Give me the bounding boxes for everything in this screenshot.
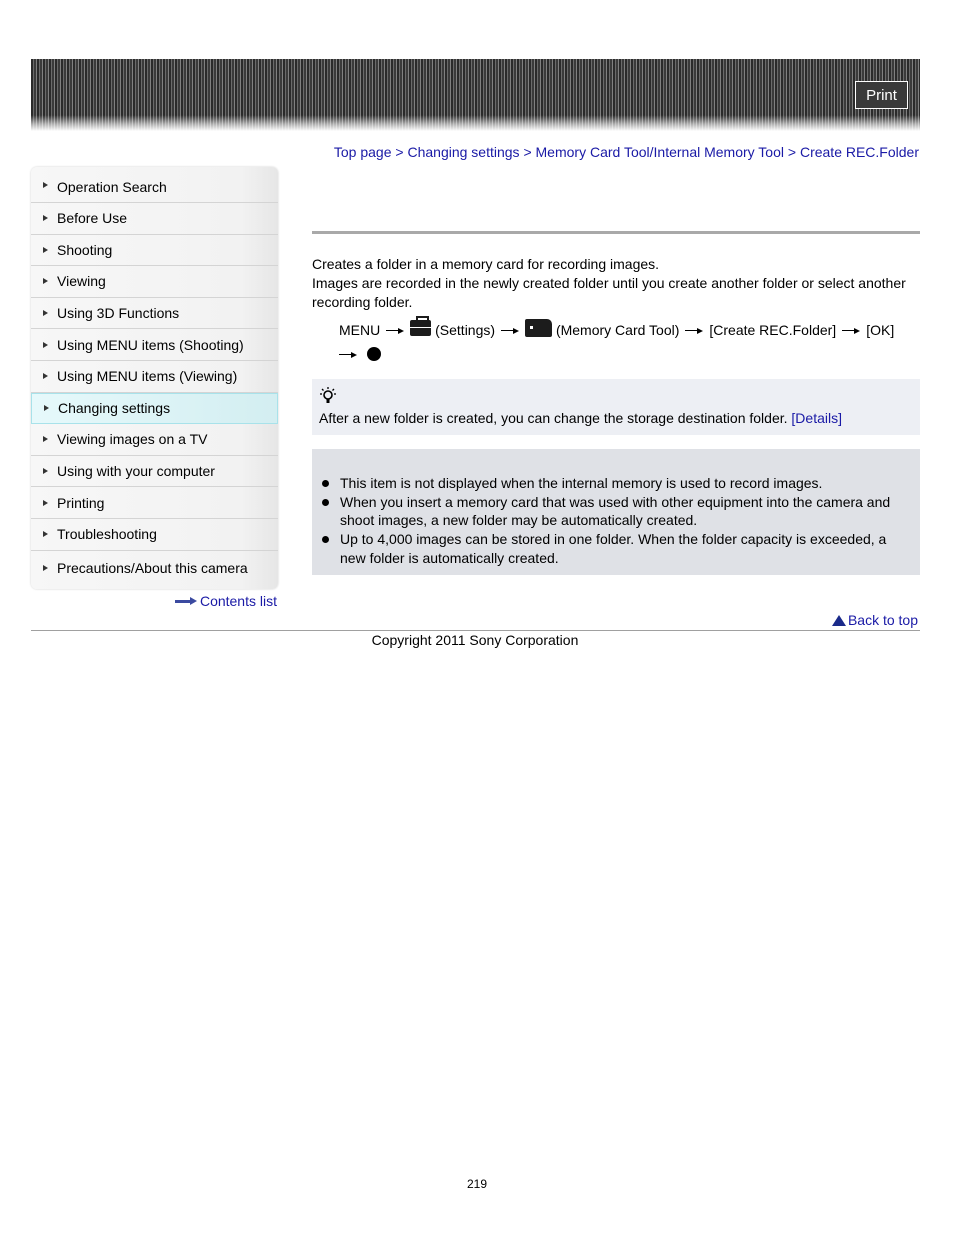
memory-card-icon xyxy=(525,319,553,337)
triangle-right-icon xyxy=(43,341,48,348)
arrow-icon xyxy=(501,326,520,336)
sidebar-item-label: Using 3D Functions xyxy=(57,305,180,322)
sidebar-item-computer[interactable]: Using with your computer xyxy=(31,456,278,488)
sidebar-item-before-use[interactable]: Before Use xyxy=(31,203,278,235)
triangle-right-icon xyxy=(43,246,48,253)
copyright-text: Copyright 2011 Sony Corporation xyxy=(371,632,579,648)
note-item: This item is not displayed when the inte… xyxy=(322,474,900,493)
triangle-right-icon xyxy=(43,278,48,285)
breadcrumb-changing-settings[interactable]: Changing settings xyxy=(407,144,519,160)
triangle-right-icon xyxy=(43,564,48,571)
sidebar-item-label: Using MENU items (Shooting) xyxy=(57,336,244,353)
triangle-right-icon xyxy=(43,215,48,222)
sidebar-item-label: Printing xyxy=(57,494,105,511)
arrow-icon xyxy=(685,326,704,336)
sidebar-item-3d-functions[interactable]: Using 3D Functions xyxy=(31,298,278,330)
triangle-right-icon xyxy=(44,405,49,412)
hint-text: After a new folder is created, you can c… xyxy=(319,410,788,426)
intro-text: Creates a folder in a memory card for re… xyxy=(312,255,920,312)
arrow-right-icon xyxy=(174,597,197,605)
sidebar-item-label: Operation Search xyxy=(57,178,167,195)
toolbox-settings-icon xyxy=(410,316,432,336)
sidebar-item-troubleshooting[interactable]: Troubleshooting xyxy=(31,519,278,551)
intro-line: Creates a folder in a memory card for re… xyxy=(312,256,660,272)
breadcrumb-separator: > xyxy=(395,144,404,160)
details-link[interactable]: [Details] xyxy=(791,410,842,426)
sidebar-item-label: Precautions/About this camera xyxy=(57,559,248,576)
sidebar-item-viewing[interactable]: Viewing xyxy=(31,266,278,298)
triangle-right-icon xyxy=(43,499,48,506)
triangle-right-icon xyxy=(43,468,48,475)
sidebar-nav: Operation Search Before Use Shooting Vie… xyxy=(31,167,278,589)
menu-procedure: MENU (Settings) (Memory Card Tool) [Creat… xyxy=(339,316,920,366)
sidebar-item-viewing-tv[interactable]: Viewing images on a TV xyxy=(31,424,278,456)
sidebar-item-label: Troubleshooting xyxy=(57,526,157,543)
memory-card-tool-label: (Memory Card Tool) xyxy=(555,322,680,338)
contents-list-link[interactable]: Contents list xyxy=(174,593,277,609)
breadcrumb-separator: > xyxy=(787,144,797,160)
sidebar-item-label: Using with your computer xyxy=(57,463,215,480)
back-to-top-link[interactable]: Back to top xyxy=(831,612,918,628)
hint-box: After a new folder is created, you can c… xyxy=(312,379,920,435)
sidebar-item-shooting[interactable]: Shooting xyxy=(31,235,278,267)
note-item: Up to 4,000 images can be stored in one … xyxy=(322,530,900,567)
triangle-right-icon xyxy=(43,436,48,443)
sidebar-item-printing[interactable]: Printing xyxy=(31,487,278,519)
notes-box: This item is not displayed when the inte… xyxy=(312,449,920,575)
header-banner: Print xyxy=(31,59,920,131)
sidebar-item-label: Shooting xyxy=(57,241,113,258)
ok-label: [OK] xyxy=(866,322,895,338)
title-divider xyxy=(312,231,920,234)
note-item: When you insert a memory card that was u… xyxy=(322,493,900,530)
breadcrumb-create-rec-folder[interactable]: Create REC.Folder xyxy=(800,144,919,160)
create-folder-label: [Create REC.Folder] xyxy=(709,322,837,338)
back-to-top-label: Back to top xyxy=(847,612,918,628)
menu-label: MENU xyxy=(339,322,381,338)
print-button[interactable]: Print xyxy=(855,81,908,109)
breadcrumb-separator: > xyxy=(523,144,532,160)
center-button-dot-icon xyxy=(367,347,381,361)
arrow-icon xyxy=(386,326,405,336)
breadcrumb: Top page > Changing settings > Memory Ca… xyxy=(312,144,919,160)
sidebar-item-label: Viewing images on a TV xyxy=(57,431,208,448)
contents-list-label: Contents list xyxy=(199,593,277,609)
footer-divider xyxy=(31,630,920,631)
arrow-icon xyxy=(842,326,861,336)
arrow-icon xyxy=(339,350,357,360)
breadcrumb-top-page[interactable]: Top page xyxy=(334,144,392,160)
settings-label: (Settings) xyxy=(435,322,496,338)
page-number: 219 xyxy=(466,1177,488,1191)
triangle-up-icon xyxy=(831,614,846,626)
sidebar-item-label: Before Use xyxy=(57,210,128,227)
triangle-right-icon xyxy=(43,310,48,317)
sidebar-item-menu-viewing[interactable]: Using MENU items (Viewing) xyxy=(31,361,278,393)
intro-line: Images are recorded in the newly created… xyxy=(312,275,906,310)
sidebar-item-label: Using MENU items (Viewing) xyxy=(57,368,238,385)
sidebar-item-precautions[interactable]: Precautions/About this camera xyxy=(31,551,278,585)
sidebar-item-label: Changing settings xyxy=(58,400,171,417)
sidebar-item-operation-search[interactable]: Operation Search xyxy=(31,167,278,203)
triangle-right-icon xyxy=(43,531,48,538)
triangle-right-icon xyxy=(43,373,48,380)
sidebar-item-menu-shooting[interactable]: Using MENU items (Shooting) xyxy=(31,329,278,361)
lightbulb-hint-icon xyxy=(319,386,337,406)
notes-list: This item is not displayed when the inte… xyxy=(322,474,900,568)
triangle-right-icon xyxy=(43,181,48,188)
breadcrumb-memory-card-tool[interactable]: Memory Card Tool/Internal Memory Tool xyxy=(536,144,784,160)
sidebar-item-changing-settings[interactable]: Changing settings xyxy=(31,392,278,425)
sidebar-item-label: Viewing xyxy=(57,273,106,290)
